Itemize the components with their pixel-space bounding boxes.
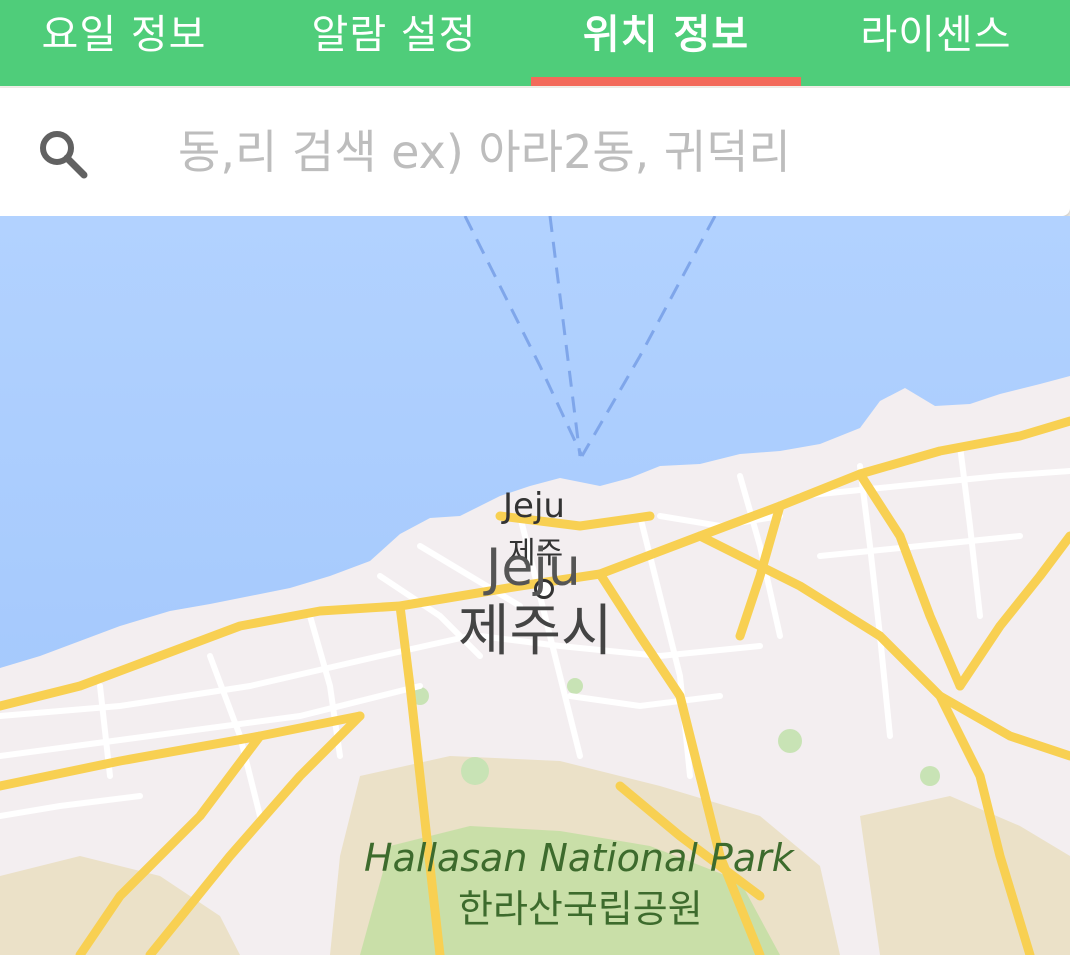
tab-location-info[interactable]: 위치 정보	[552, 0, 780, 86]
tab-alarm-settings[interactable]: 알람 설정	[280, 0, 508, 86]
map-label-pin-en: Jeju	[503, 486, 565, 526]
tab-label: 알람 설정	[311, 12, 477, 58]
map-label-park-ko: 한라산국립공원	[458, 887, 703, 931]
search-icon[interactable]	[34, 125, 90, 181]
search-input[interactable]	[178, 116, 1038, 188]
tab-license[interactable]: 라이센스	[822, 0, 1050, 86]
map-view[interactable]: Jeju 제주 Jeju 제주시 Hallasan National Park …	[0, 216, 1070, 955]
tab-label: 요일 정보	[41, 12, 207, 58]
tab-label: 위치 정보	[582, 12, 750, 58]
map-label-city-ko: 제주시	[458, 599, 613, 664]
tab-day-info[interactable]: 요일 정보	[10, 0, 238, 86]
search-bar	[0, 88, 1070, 216]
tab-label: 라이센스	[860, 12, 1012, 58]
active-tab-indicator	[531, 77, 801, 86]
tab-bar: 요일 정보 알람 설정 위치 정보 라이센스	[0, 0, 1070, 86]
map-label-park-en: Hallasan National Park	[364, 836, 794, 880]
